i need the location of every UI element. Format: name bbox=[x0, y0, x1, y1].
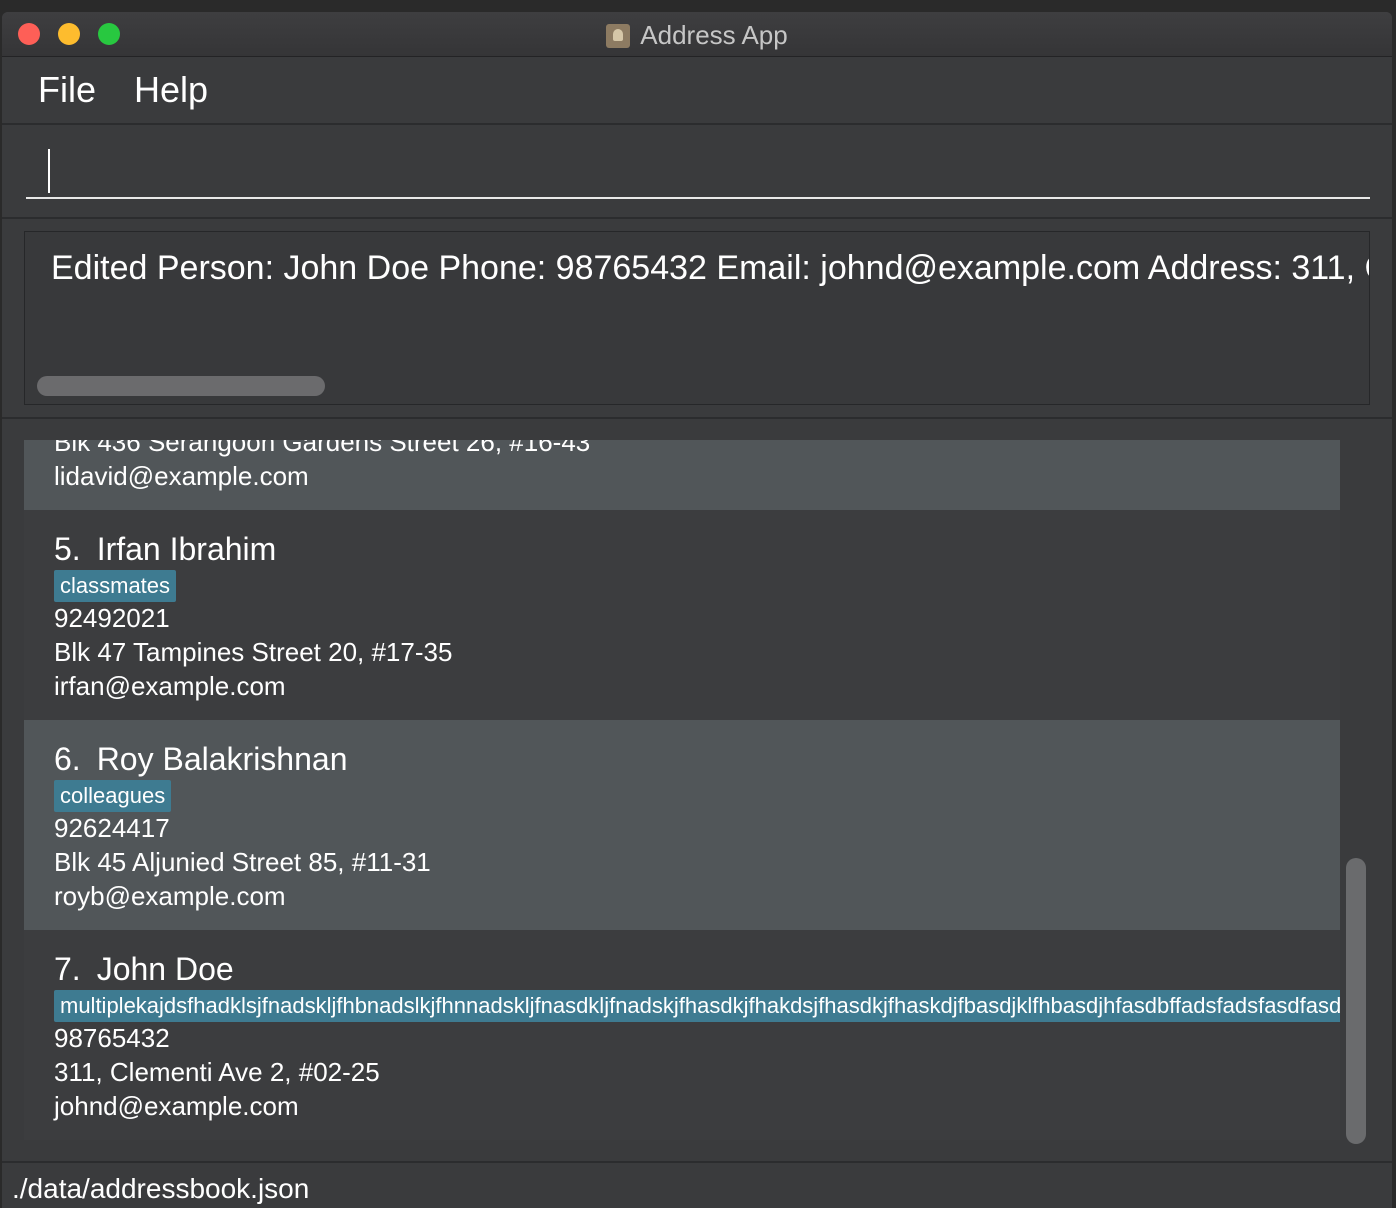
menu-bar: File Help bbox=[2, 57, 1392, 125]
text-caret bbox=[48, 149, 50, 193]
result-horizontal-scrollbar[interactable] bbox=[37, 376, 325, 396]
menu-file[interactable]: File bbox=[38, 69, 96, 111]
person-phone: 98765432 bbox=[54, 1023, 170, 1053]
window-title-group: Address App bbox=[2, 20, 1392, 50]
person-card-partial[interactable]: Blk 436 Serangoon Gardens Street 26, #16… bbox=[24, 440, 1340, 510]
result-display[interactable]: Edited Person: John Doe Phone: 98765432 … bbox=[24, 231, 1370, 405]
person-tag: classmates bbox=[54, 570, 177, 602]
app-window: Address App File Help Edited Person: Joh… bbox=[2, 12, 1392, 1208]
person-list[interactable]: Blk 436 Serangoon Gardens Street 26, #16… bbox=[24, 440, 1340, 1140]
person-address: Blk 47 Tampines Street 20, #17-35 bbox=[54, 637, 453, 667]
status-file-path: ./data/addressbook.json bbox=[12, 1173, 310, 1204]
person-name: Irfan Ibrahim bbox=[96, 531, 277, 567]
person-card[interactable]: 5. Irfan Ibrahim classmates 92492021 Blk … bbox=[24, 510, 1340, 720]
person-phone: 92624417 bbox=[54, 813, 170, 843]
result-display-area: Edited Person: John Doe Phone: 98765432 … bbox=[2, 219, 1392, 419]
result-message: Edited Person: John Doe Phone: 98765432 … bbox=[51, 249, 1370, 287]
list-vertical-scrollbar[interactable] bbox=[1346, 858, 1366, 1144]
person-name: Roy Balakrishnan bbox=[96, 741, 348, 777]
person-name-line: 5. Irfan Ibrahim bbox=[54, 530, 276, 568]
window-title: Address App bbox=[640, 20, 788, 50]
person-phone: 92492021 bbox=[54, 603, 170, 633]
person-email: royb@example.com bbox=[54, 881, 286, 911]
person-name-line: 7. John Doe bbox=[54, 950, 234, 988]
command-input[interactable] bbox=[26, 143, 1370, 199]
person-address: Blk 436 Serangoon Gardens Street 26, #16… bbox=[54, 440, 591, 457]
person-address: 311, Clementi Ave 2, #02-25 bbox=[54, 1057, 380, 1087]
person-tag: multiplekajdsfhadklsjfnadskljfhbnadslkjf… bbox=[54, 990, 1340, 1022]
person-name-line: 6. Roy Balakrishnan bbox=[54, 740, 347, 778]
title-bar[interactable]: Address App bbox=[2, 12, 1392, 57]
person-card[interactable]: 6. Roy Balakrishnan colleagues 92624417 B… bbox=[24, 720, 1340, 930]
person-email: lidavid@example.com bbox=[54, 461, 309, 491]
person-index: 6. bbox=[54, 741, 81, 777]
command-box-area bbox=[2, 125, 1392, 219]
person-index: 7. bbox=[54, 951, 81, 987]
menu-help[interactable]: Help bbox=[134, 69, 208, 111]
person-email: irfan@example.com bbox=[54, 671, 286, 701]
person-name: John Doe bbox=[96, 951, 234, 987]
person-list-panel: Blk 436 Serangoon Gardens Street 26, #16… bbox=[2, 419, 1392, 1161]
person-index: 5. bbox=[54, 531, 81, 567]
person-tag: colleagues bbox=[54, 780, 172, 812]
person-email: johnd@example.com bbox=[54, 1091, 299, 1121]
contacts-app-icon bbox=[606, 24, 631, 48]
person-card[interactable]: 7. John Doe multiplekajdsfhadklsjfnadsklj… bbox=[24, 930, 1340, 1140]
person-address: Blk 45 Aljunied Street 85, #11-31 bbox=[54, 847, 431, 877]
status-bar: ./data/addressbook.json bbox=[2, 1161, 1392, 1208]
